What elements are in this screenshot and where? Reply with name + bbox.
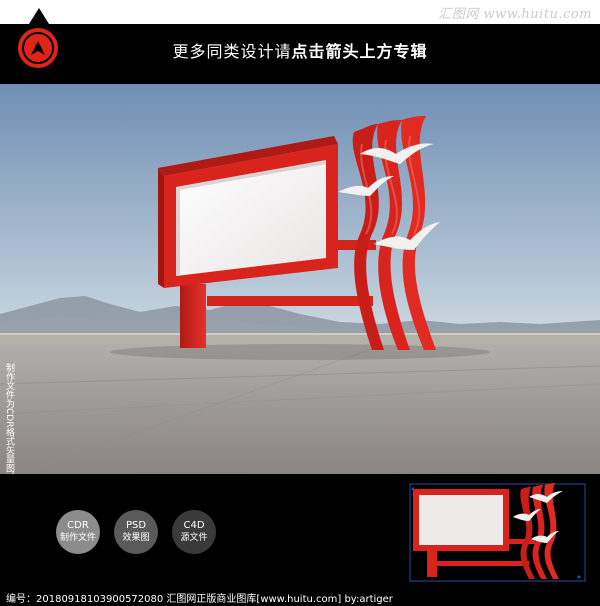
render-scene [0,84,600,474]
badge-title: PSD [125,520,147,531]
header-caption: 更多同类设计请点击箭头上方专辑 [0,38,600,62]
vector-preview-image [409,483,586,582]
badge-title: C4D [183,520,205,531]
header-bar: 更多同类设计请点击箭头上方专辑 [0,24,600,84]
header-text-plain: 更多同类设计请 [172,42,292,61]
vector-preview [409,483,586,582]
billboard-render [0,84,600,474]
badge-c4d: C4D 源文件 [172,510,216,554]
info-panel: CDR 制作文件 PSD 效果图 C4D 源文件 编号：201809181039… [0,474,600,606]
badge-title: CDR [67,520,89,531]
badge-subtitle: 制作文件 [59,533,96,543]
notch-marker [29,8,49,24]
header-text-link[interactable]: 点击箭头上方专辑 [292,42,428,61]
watermark: 汇图网 www.huitu.com [438,7,592,22]
badge-cdr: CDR 制作文件 [56,510,100,554]
badge-psd: PSD 效果图 [114,510,158,554]
footer-info: 编号：20180918103900572080 汇图网正版商业图库[www.hu… [6,594,393,605]
badge-subtitle: 效果图 [122,533,150,543]
badge-subtitle: 源文件 [180,533,208,543]
top-strip: 汇图网 www.huitu.com [0,0,600,24]
